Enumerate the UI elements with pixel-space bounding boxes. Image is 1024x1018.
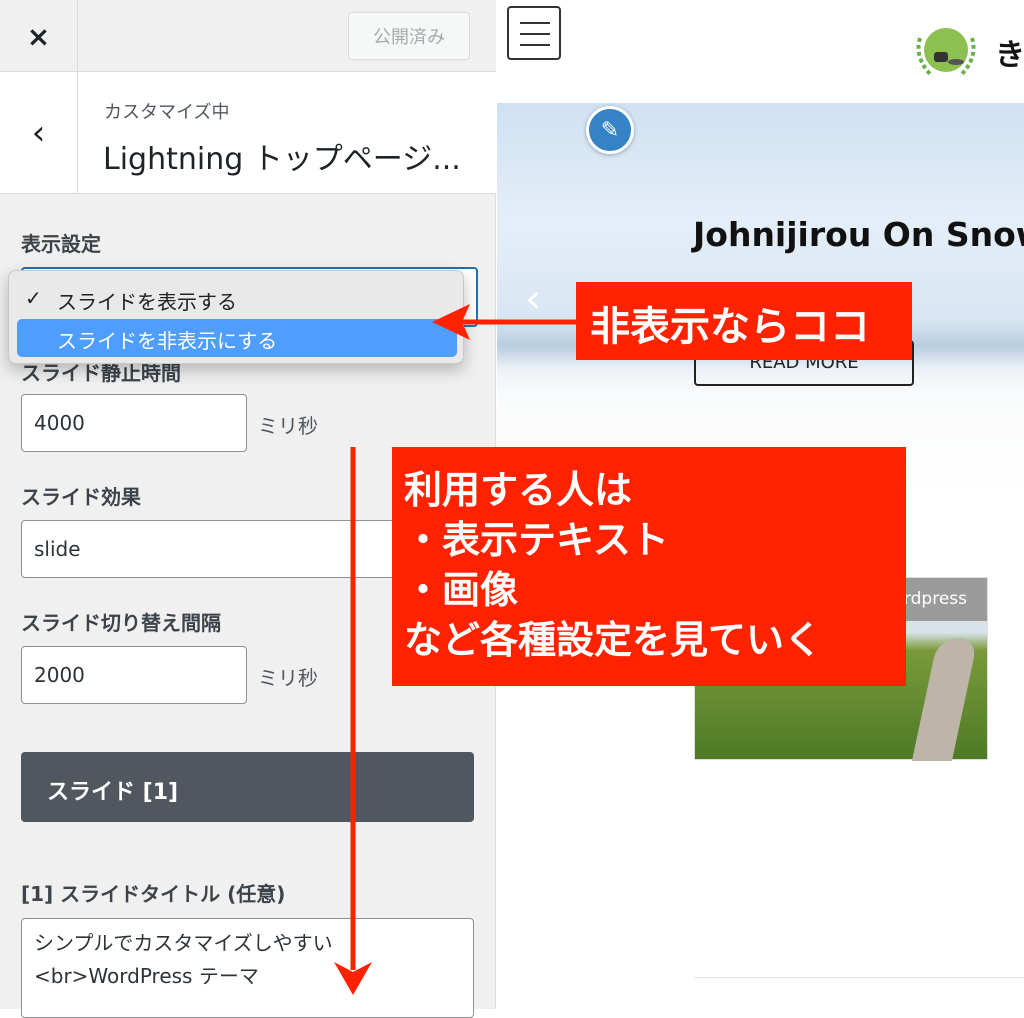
publish-button[interactable]: 公開済み (348, 12, 470, 60)
option-label: スライドを非表示にする (57, 329, 278, 353)
customizer-header: × 公開済み (0, 0, 496, 72)
section-header: ‹ カスタマイズ中 Lightning トップページ... (0, 72, 496, 194)
interval-label: スライド切り替え間隔 (21, 611, 221, 635)
interval-input[interactable]: 2000 (21, 646, 247, 704)
chevron-left-icon: ‹ (31, 113, 46, 153)
display-setting-label: 表示設定 (21, 232, 101, 256)
option-label: スライドを表示する (57, 290, 237, 314)
annotation-settings-note: 利用する人は ・表示テキスト ・画像 など各種設定を見ていく (392, 447, 906, 686)
checkmark-icon: ✓ (25, 286, 42, 310)
path-image-detail (911, 638, 979, 761)
site-logo[interactable] (910, 18, 982, 82)
interval-unit: ミリ秒 (258, 666, 318, 690)
slide-title-textarea[interactable]: シンプルでカスタマイズしやすい <br>WordPress テーマ (21, 918, 474, 1018)
edit-shortcut-button[interactable]: ✎ (586, 106, 634, 154)
menu-button[interactable] (507, 6, 561, 60)
pause-time-input[interactable]: 4000 (21, 394, 247, 452)
slide-headline: Johnijirou On Snow (693, 215, 1024, 254)
option-show-slide[interactable]: ✓ スライドを表示する (17, 280, 457, 318)
option-hide-slide[interactable]: スライドを非表示にする (17, 319, 457, 357)
pause-time-unit: ミリ秒 (258, 414, 318, 438)
display-setting-dropdown: ✓ スライドを表示する スライドを非表示にする (8, 270, 464, 364)
hamburger-line (520, 44, 550, 46)
slider-prev-chevron-icon[interactable]: ‹ (525, 276, 541, 322)
slide-title-label: [1] スライドタイトル (任意) (21, 882, 286, 906)
hamburger-icon (520, 22, 550, 24)
site-title[interactable]: き (995, 30, 1024, 74)
pencil-icon: ✎ (600, 117, 620, 143)
divider (694, 977, 1024, 978)
annotation-hide-here: 非表示ならココ (576, 282, 912, 360)
close-icon: × (26, 19, 51, 53)
customizing-label: カスタマイズ中 (104, 102, 230, 123)
section-title: Lightning トップページ... (103, 142, 461, 177)
back-button[interactable]: ‹ (0, 72, 78, 194)
slide-1-button[interactable]: スライド [1] (21, 752, 474, 822)
hamburger-line (520, 33, 550, 35)
close-button[interactable]: × (0, 0, 78, 72)
slide-effect-label: スライド効果 (21, 485, 141, 509)
